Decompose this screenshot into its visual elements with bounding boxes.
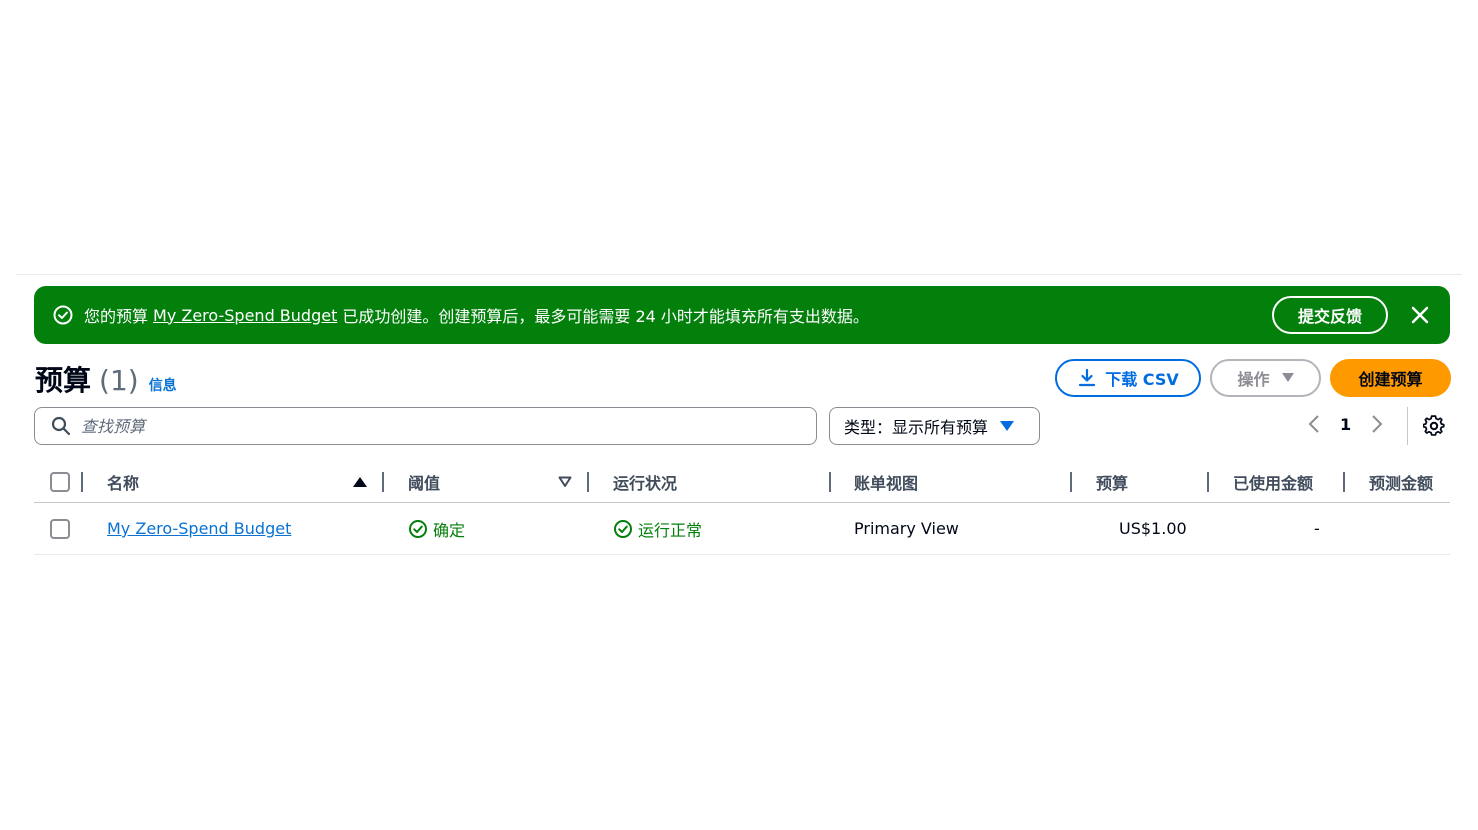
flash-message: 您的预算 My Zero-Spend Budget 已成功创建。创建预算后，最多… xyxy=(84,303,869,327)
type-select[interactable]: 类型：显示所有预算 xyxy=(829,407,1040,445)
gear-icon[interactable] xyxy=(1422,415,1445,441)
check-circle-icon xyxy=(614,519,632,538)
column-separator xyxy=(1070,472,1072,492)
column-header-threshold[interactable]: 阈值 xyxy=(408,461,440,502)
column-separator xyxy=(81,472,83,492)
row-checkbox[interactable] xyxy=(50,518,70,539)
column-header-forecast[interactable]: 预测金额 xyxy=(1369,461,1433,502)
health-status-label: 运行正常 xyxy=(638,520,703,540)
actions-dropdown-button[interactable]: 操作 xyxy=(1210,359,1321,397)
budget-count: (1) xyxy=(99,364,139,397)
caret-down-icon xyxy=(1000,421,1015,431)
page-number[interactable]: 1 xyxy=(1340,415,1351,434)
column-separator xyxy=(829,472,831,492)
download-csv-label: 下载 CSV xyxy=(1105,370,1179,389)
budgets-panel: 您的预算 My Zero-Spend Budget 已成功创建。创建预算后，最多… xyxy=(16,274,1462,556)
pager-divider xyxy=(1407,407,1408,445)
success-flashbar: 您的预算 My Zero-Spend Budget 已成功创建。创建预算后，最多… xyxy=(34,286,1450,344)
column-header-health[interactable]: 运行状况 xyxy=(613,461,677,502)
budget-name-link[interactable]: My Zero-Spend Budget xyxy=(107,519,291,538)
column-header-name[interactable]: 名称 xyxy=(107,461,139,502)
close-icon[interactable] xyxy=(1408,303,1432,327)
column-separator xyxy=(382,472,384,492)
caret-down-icon xyxy=(1281,373,1294,382)
billing-view-value: Primary View xyxy=(854,519,959,538)
used-amount: - xyxy=(1314,519,1320,538)
column-separator xyxy=(1343,472,1345,492)
chevron-left-icon[interactable] xyxy=(1308,414,1320,434)
sort-ascending-icon[interactable] xyxy=(353,476,367,488)
type-select-value: 类型：显示所有预算 xyxy=(844,418,989,437)
chevron-right-icon[interactable] xyxy=(1371,414,1383,434)
budgets-table: 名称 阈值 运行状况 账单视图 预算 已使用金额 预测金额 My Zero-Sp… xyxy=(34,461,1450,555)
search-box[interactable] xyxy=(34,407,817,445)
download-icon xyxy=(1079,368,1096,387)
column-separator xyxy=(1207,472,1209,492)
page-header: 预算 (1) 信息 xyxy=(35,359,177,399)
download-csv-button[interactable]: 下载 CSV xyxy=(1055,359,1201,397)
check-circle-icon xyxy=(409,519,427,538)
page-title: 预算 xyxy=(35,364,92,397)
column-separator xyxy=(587,472,589,492)
column-header-billing-view[interactable]: 账单视图 xyxy=(854,461,918,502)
info-link[interactable]: 信息 xyxy=(149,375,177,395)
sort-icon[interactable] xyxy=(558,476,572,488)
actions-label: 操作 xyxy=(1237,370,1270,389)
column-header-used[interactable]: 已使用金额 xyxy=(1233,461,1313,502)
flash-budget-link[interactable]: My Zero-Spend Budget xyxy=(153,306,337,325)
check-circle-icon xyxy=(52,304,74,326)
health-status: 运行正常 xyxy=(613,503,702,554)
search-input[interactable] xyxy=(81,416,761,436)
submit-feedback-button[interactable]: 提交反馈 xyxy=(1271,296,1388,334)
table-header: 名称 阈值 运行状况 账单视图 预算 已使用金额 预测金额 xyxy=(34,461,1450,503)
flash-message-prefix: 您的预算 xyxy=(84,307,149,326)
threshold-status-label: 确定 xyxy=(433,520,466,540)
pagination: 1 xyxy=(1308,414,1383,434)
flash-message-suffix: 已成功创建。创建预算后，最多可能需要 24 小时才能填充所有支出数据。 xyxy=(342,307,869,326)
create-budget-button[interactable]: 创建预算 xyxy=(1330,359,1451,397)
table-row: My Zero-Spend Budget 确定 运行正常 Primary Vie… xyxy=(34,503,1450,555)
column-header-budget[interactable]: 预算 xyxy=(1096,461,1128,502)
budget-amount: US$1.00 xyxy=(1119,519,1187,538)
threshold-status: 确定 xyxy=(408,503,465,554)
search-icon xyxy=(51,416,71,436)
select-all-checkbox[interactable] xyxy=(50,471,70,492)
